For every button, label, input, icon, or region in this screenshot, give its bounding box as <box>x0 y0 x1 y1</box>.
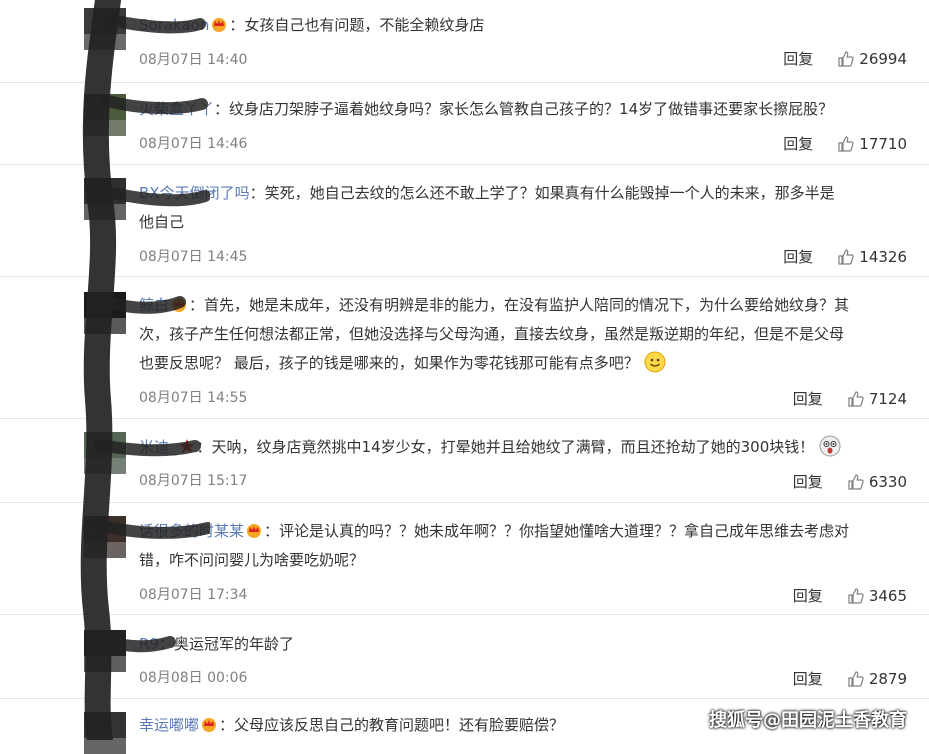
comment-text: 奥运冠军的年龄了 <box>173 635 294 653</box>
username[interactable]: 话很多的时某某 <box>139 522 244 540</box>
like-count: 6330 <box>868 472 907 491</box>
timestamp: 08月07日 14:40 <box>139 52 248 68</box>
avatar[interactable] <box>84 94 126 136</box>
like-count: 2879 <box>868 669 907 688</box>
reply-button[interactable]: 回复 <box>783 133 813 154</box>
reply-button[interactable]: 回复 <box>783 48 813 69</box>
username[interactable]: Sorakaon <box>139 16 209 34</box>
comment-text: 父母应该反思自己的教育问题吧！还有脸要赔偿？ <box>234 716 565 734</box>
reply-button[interactable]: 回复 <box>793 471 823 492</box>
comment-text: 评论是认真的吗？？她未成年啊？？你指望她懂啥大道理？？拿自己成年思维去考虑对 <box>279 522 850 540</box>
comment-item: Sorakaon ：女孩自己也有问题，不能全赖纹身店 08月07日 14:40 回… <box>0 0 929 83</box>
comment-text: 女孩自己也有问题，不能全赖纹身店 <box>244 16 485 34</box>
timestamp: 08月07日 17:34 <box>139 587 248 603</box>
crown-badge-icon <box>212 18 227 32</box>
avatar[interactable] <box>84 178 126 220</box>
thumbs-up-icon <box>838 135 854 152</box>
comment-text: 纹身店刀架脖子逼着她纹身吗？家长怎么管教自己孩子的？14岁了做错事还要家长擦屁股… <box>229 100 834 118</box>
timestamp: 08月07日 14:55 <box>139 390 248 406</box>
username[interactable]: 米迪_ <box>139 438 177 456</box>
thumbs-up-icon <box>848 390 864 407</box>
thumbs-up-icon <box>848 670 864 687</box>
username[interactable]: R9 <box>139 635 159 653</box>
username[interactable]: 幸运嘟嘟 <box>139 716 199 734</box>
like-count: 3465 <box>868 586 907 605</box>
comment-text: 笑死，她自己去纹的怎么还不敢上学了？如果真有什么能毁掉一个人的未来，那多半是 <box>264 184 835 202</box>
reply-button[interactable]: 回复 <box>793 668 823 689</box>
like-button[interactable]: 3465 <box>847 587 907 605</box>
timestamp: 08月07日 15:17 <box>139 473 248 489</box>
comment-item: 话很多的时某某 ：评论是认真的吗？？她未成年啊？？你指望她懂啥大道理？？拿自己成年… <box>0 502 929 615</box>
avatar[interactable] <box>84 292 126 334</box>
username[interactable]: 火柴盒丫丫 <box>139 100 214 118</box>
comment-text-continued: 次，孩子产生任何想法都正常，但她没选择与父母沟通，直接去纹身，虽然是叛逆期的年纪… <box>139 325 845 343</box>
smile-emoji-icon <box>644 351 666 373</box>
comment-item: BX今天倒闭了吗：笑死，她自己去纹的怎么还不敢上学了？如果真有什么能毁掉一个人的… <box>0 164 929 277</box>
avatar[interactable] <box>84 516 126 558</box>
like-button[interactable]: 14326 <box>837 248 907 266</box>
comment-text: 首先，她是未成年，还没有明辨是非的能力，在没有监护人陪同的情况下，为什么要给她纹… <box>204 296 850 314</box>
comment-text-continued: 他自己 <box>139 213 185 231</box>
thumbs-up-icon <box>838 50 854 67</box>
timestamp: 08月07日 14:45 <box>139 249 248 265</box>
timestamp: 08月07日 14:46 <box>139 136 248 152</box>
like-button[interactable]: 7124 <box>847 390 907 408</box>
crown-badge-icon <box>202 718 217 732</box>
username[interactable]: BX今天倒闭了吗 <box>139 184 250 202</box>
comment-item: 鲸白 ：首先，她是未成年，还没有明辨是非的能力，在没有监护人陪同的情况下，为什么要… <box>0 276 929 419</box>
avatar[interactable] <box>84 432 126 474</box>
avatar[interactable] <box>84 630 126 672</box>
crown-badge-icon <box>172 298 187 312</box>
like-count: 26994 <box>859 49 907 68</box>
comment-text: 天呐，纹身店竟然挑中14岁少女，打晕她并且给她纹了满臂，而且还抢劫了她的300块… <box>211 438 815 456</box>
watermark: 搜狐号@田园泥土香教育 <box>709 710 907 731</box>
thumbs-up-icon <box>848 473 864 490</box>
like-button[interactable]: 6330 <box>847 473 907 491</box>
like-button[interactable]: 2879 <box>847 670 907 688</box>
timestamp: 08月08日 00:06 <box>139 670 248 686</box>
comment-item: R9：奥运冠军的年龄了 08月08日 00:06 回复 2879 <box>0 614 929 699</box>
reply-button[interactable]: 回复 <box>793 585 823 606</box>
like-count: 17710 <box>859 134 907 153</box>
like-button[interactable]: 17710 <box>837 135 907 153</box>
thumbs-up-icon <box>838 248 854 265</box>
username[interactable]: 鲸白 <box>139 296 169 314</box>
star-badge-icon <box>179 439 195 453</box>
shocked-emoji-icon <box>819 435 841 457</box>
like-count: 7124 <box>868 389 907 408</box>
avatar[interactable] <box>84 8 126 50</box>
avatar[interactable] <box>84 712 126 754</box>
crown-badge-icon <box>247 524 262 538</box>
reply-button[interactable]: 回复 <box>783 246 813 267</box>
comment-item: 火柴盒丫丫：纹身店刀架脖子逼着她纹身吗？家长怎么管教自己孩子的？14岁了做错事还… <box>0 82 929 165</box>
like-button[interactable]: 26994 <box>837 50 907 68</box>
comment-item: 米迪_ ：天呐，纹身店竟然挑中14岁少女，打晕她并且给她纹了满臂，而且还抢劫了她的… <box>0 418 929 503</box>
reply-button[interactable]: 回复 <box>793 388 823 409</box>
comment-text-continued: 错，咋不问问婴儿为啥要吃奶呢？ <box>139 551 365 569</box>
thumbs-up-icon <box>848 587 864 604</box>
like-count: 14326 <box>859 247 907 266</box>
comment-text-continued: 也要反思呢？ 最后，孩子的钱是哪来的，如果作为零花钱那可能有点多吧？ <box>139 354 639 372</box>
